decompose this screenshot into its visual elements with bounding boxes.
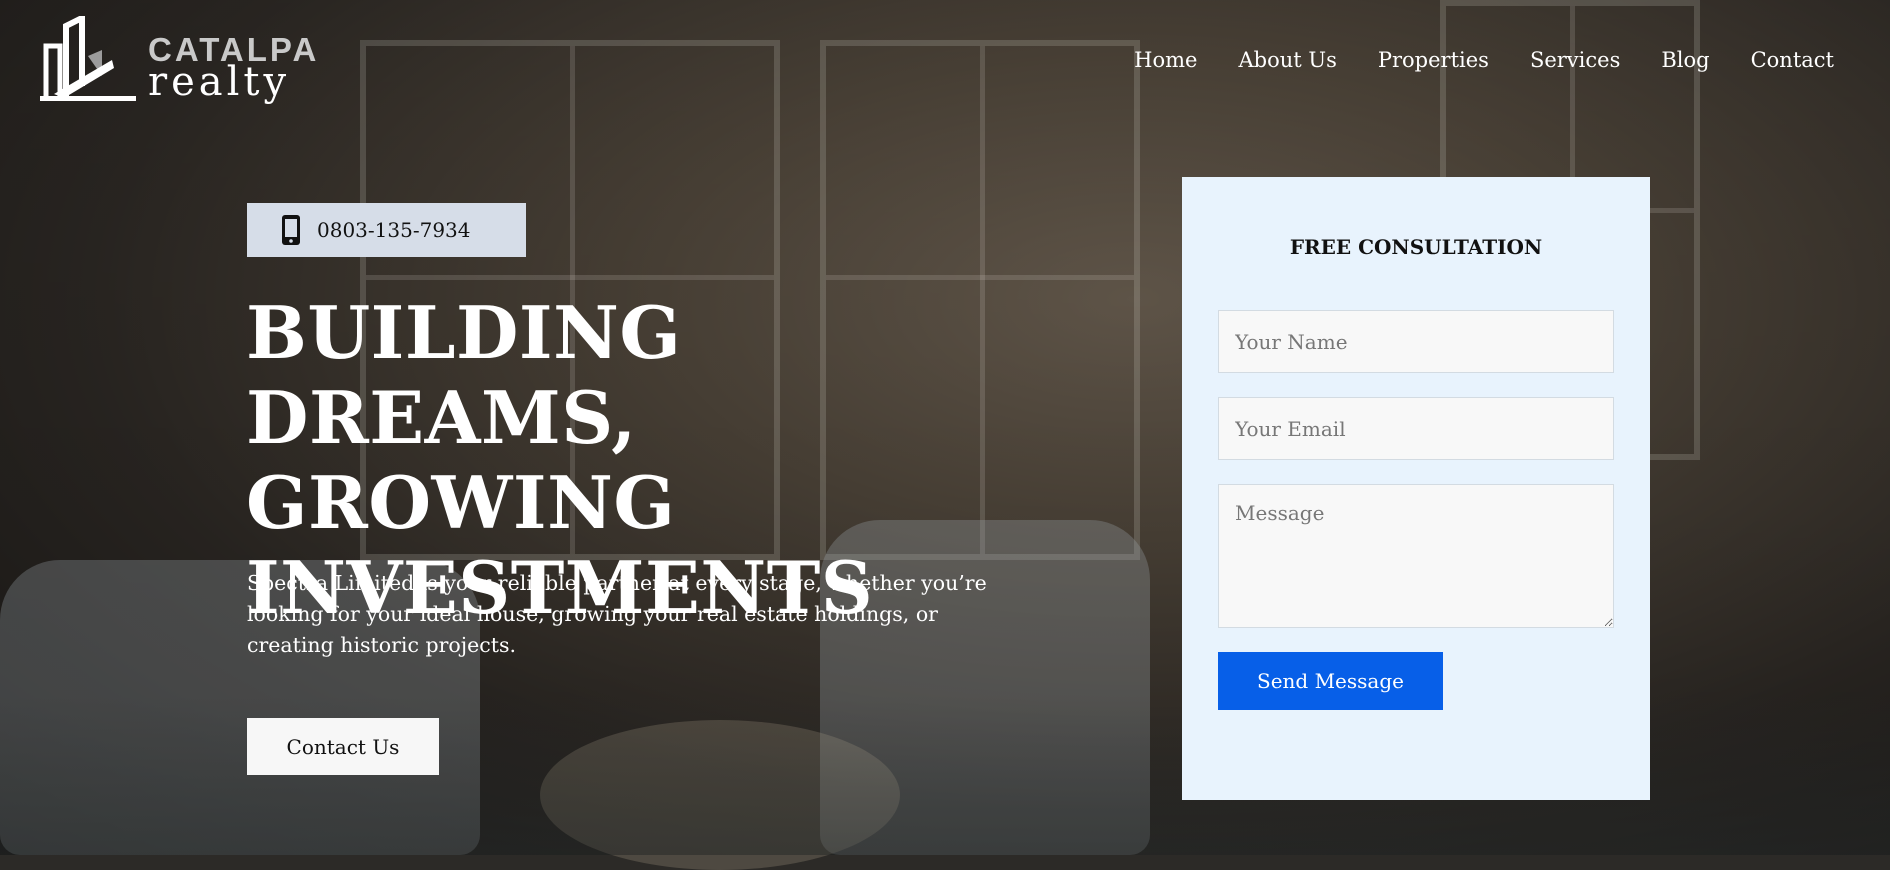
nav-properties[interactable]: Properties xyxy=(1378,48,1489,72)
form-title: FREE CONSULTATION xyxy=(1289,235,1543,259)
building-logo-icon xyxy=(40,16,136,101)
hero-description: Spectra Limited is your reliable partner… xyxy=(247,571,987,657)
nav-contact[interactable]: Contact xyxy=(1751,48,1834,72)
phone-number: 0803-135-7934 xyxy=(317,218,471,242)
send-message-button[interactable]: Send Message xyxy=(1218,652,1443,710)
mobile-phone-icon xyxy=(282,215,300,245)
email-input[interactable] xyxy=(1218,397,1614,460)
message-textarea[interactable] xyxy=(1218,484,1614,628)
nav-about-us[interactable]: About Us xyxy=(1238,48,1336,72)
main-navigation: Home About Us Properties Services Blog C… xyxy=(1134,48,1834,72)
headline-line: BUILDING DREAMS, xyxy=(246,290,682,460)
nav-services[interactable]: Services xyxy=(1530,48,1620,72)
nav-blog[interactable]: Blog xyxy=(1661,48,1709,72)
brand-name-bottom: realty xyxy=(148,59,291,105)
name-input[interactable] xyxy=(1218,310,1614,373)
nav-home[interactable]: Home xyxy=(1134,48,1197,72)
brand-logo[interactable]: CATALPA realty xyxy=(40,16,319,102)
consultation-form-card: FREE CONSULTATION Send Message xyxy=(1182,177,1650,800)
contact-us-button[interactable]: Contact Us xyxy=(247,718,439,775)
headline-line: GROWING xyxy=(246,460,676,545)
phone-badge[interactable]: 0803-135-7934 xyxy=(247,203,526,257)
